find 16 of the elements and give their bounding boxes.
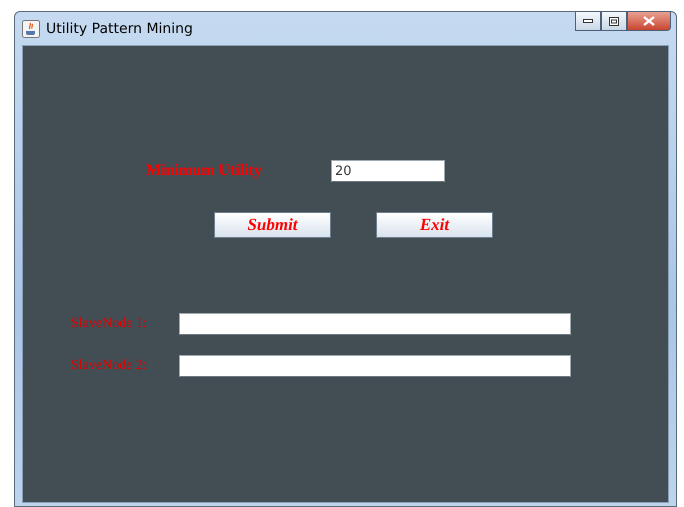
window-title: Utility Pattern Mining <box>46 20 193 36</box>
close-icon <box>643 16 655 26</box>
java-cup-icon <box>22 20 40 38</box>
minimum-utility-field[interactable]: 20 <box>331 160 445 182</box>
minimize-icon <box>583 19 593 23</box>
slave-node-label: SlaveNode 1: <box>71 316 148 332</box>
slave-node-field[interactable] <box>179 313 571 335</box>
maximize-button[interactable] <box>601 11 627 31</box>
exit-button[interactable]: Exit <box>376 212 493 238</box>
close-button[interactable] <box>627 11 671 31</box>
minimize-button[interactable] <box>575 11 601 31</box>
submit-button[interactable]: Submit <box>214 212 331 238</box>
maximize-icon <box>609 16 619 26</box>
slave-node-label: SlaveNode 2: <box>71 358 148 374</box>
minimum-utility-label: Minimum Utility <box>146 162 263 180</box>
slave-node-field[interactable] <box>179 355 571 377</box>
